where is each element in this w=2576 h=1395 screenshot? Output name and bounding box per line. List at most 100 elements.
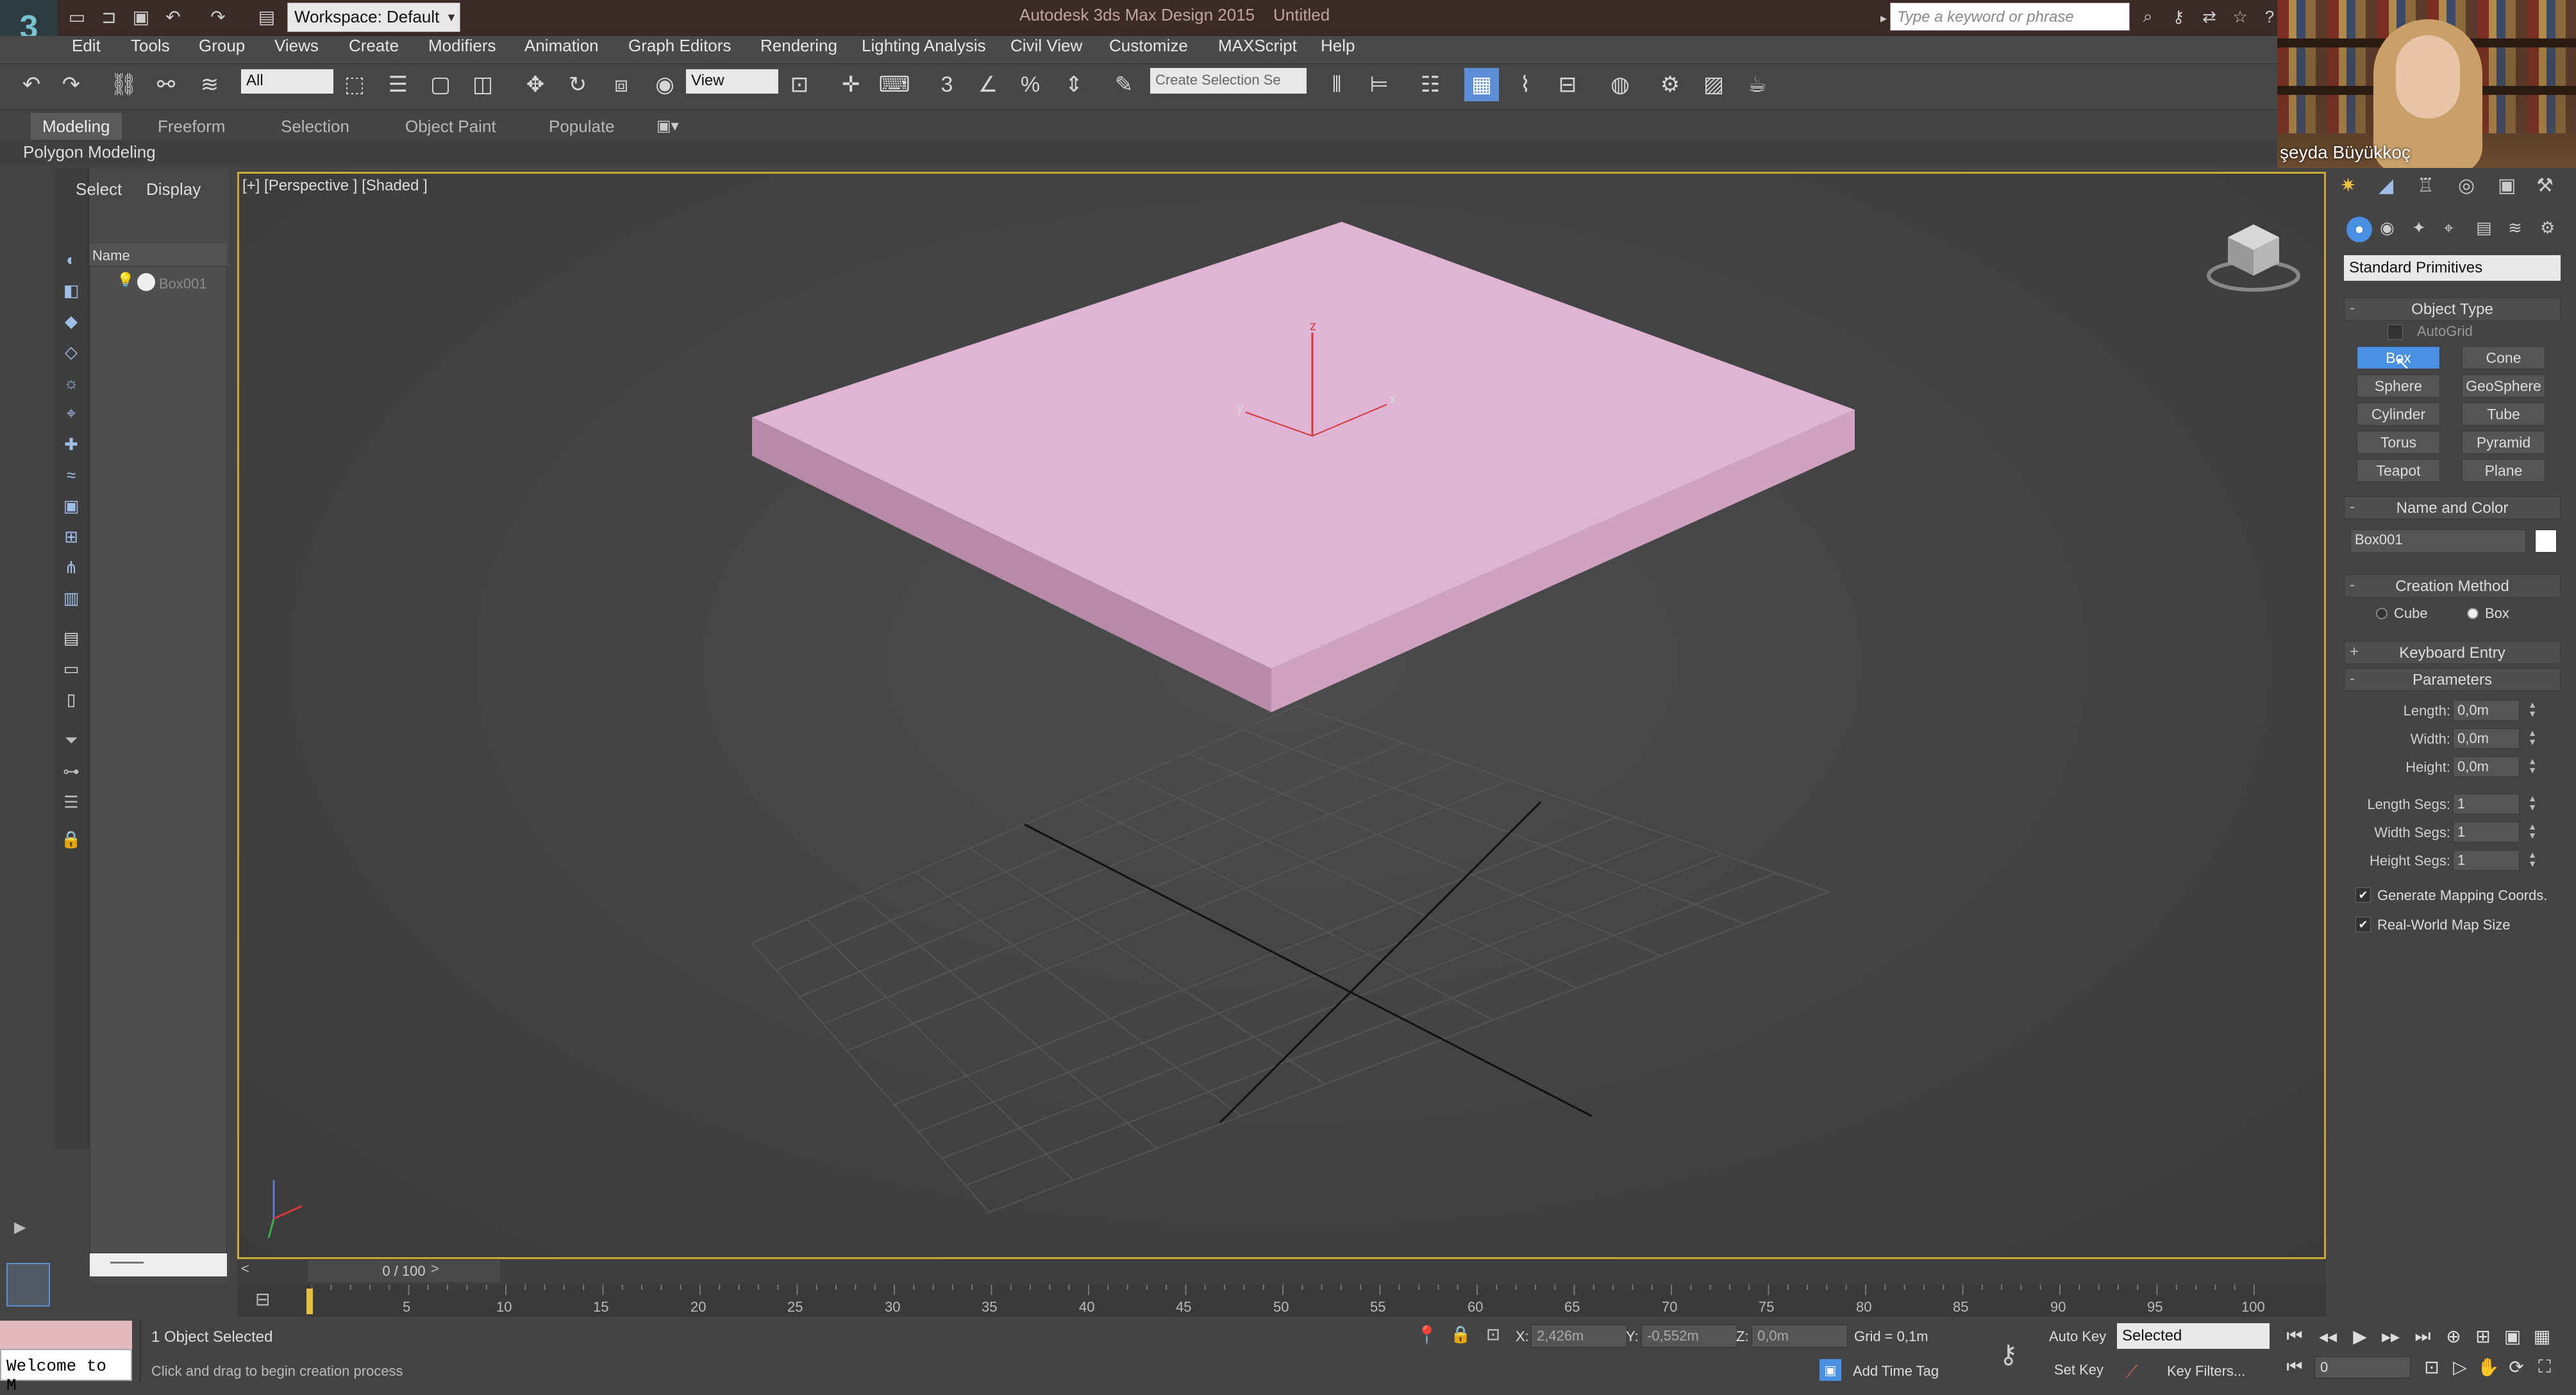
tab-display[interactable]: Display — [146, 180, 201, 199]
shapes-category-icon[interactable]: ◉ — [2380, 218, 2395, 238]
go-to-start-icon[interactable]: ⏮ — [2281, 1323, 2308, 1349]
pyramid-button[interactable]: Pyramid — [2462, 431, 2545, 454]
cylinder-button[interactable]: Cylinder — [2357, 403, 2440, 426]
key-filters-button[interactable]: Key Filters... — [2167, 1363, 2245, 1380]
display-spacewarps-icon[interactable]: ≈ — [59, 463, 83, 487]
go-to-end-icon[interactable]: ⏭ — [2409, 1323, 2436, 1349]
menu-lighting-analysis[interactable]: Lighting Analysis — [862, 36, 986, 56]
manipulate-icon[interactable]: ✛ — [833, 68, 868, 101]
render-setup-icon[interactable]: ⚙ — [1653, 68, 1687, 101]
width-spinner[interactable]: ▲ ▼ — [2526, 728, 2539, 749]
zoom-extents-icon[interactable]: ▣ — [2499, 1323, 2526, 1349]
open-file-icon[interactable]: ⊐ — [96, 4, 122, 29]
window-crossing-icon[interactable]: ◫ — [465, 68, 500, 101]
display-xrefs-icon[interactable]: ⊞ — [59, 524, 83, 549]
workspace-dropdown[interactable]: Workspace: Default — [287, 3, 460, 32]
cone-button[interactable]: Cone — [2462, 346, 2545, 369]
real-world-map-checkbox[interactable]: ✔ — [2355, 917, 2371, 932]
auto-key-button[interactable]: Auto Key — [2049, 1328, 2106, 1345]
keyboard-shortcut-icon[interactable]: ⌨ — [877, 68, 912, 101]
rollout-creation-method[interactable]: - Creation Method — [2344, 574, 2561, 597]
menu-rendering[interactable]: Rendering — [760, 36, 837, 56]
display-bones-icon[interactable]: ⋔ — [59, 555, 83, 580]
display-shapes-icon[interactable]: ◇ — [59, 340, 83, 364]
add-time-tag[interactable]: Add Time Tag — [1853, 1363, 1939, 1380]
tube-button[interactable]: Tube — [2462, 403, 2545, 426]
isolate-selection-icon[interactable]: 📍 — [1416, 1324, 1438, 1346]
length-segs-field[interactable]: 1 — [2453, 794, 2520, 814]
menu-animation[interactable]: Animation — [524, 36, 599, 56]
key-icon[interactable]: ⚷ — [2166, 4, 2191, 29]
maxscript-listener-mini[interactable] — [0, 1321, 132, 1349]
field-of-view-icon[interactable]: ▷ — [2446, 1354, 2473, 1380]
create-tab-icon[interactable]: ✷ — [2340, 174, 2356, 197]
menu-create[interactable]: Create — [349, 36, 399, 56]
star-icon[interactable]: ☆ — [2227, 4, 2253, 29]
mini-curve-editor-icon[interactable]: ⊟ — [255, 1289, 270, 1310]
z-coord-field[interactable]: 0,0m — [1752, 1324, 1848, 1348]
height-field[interactable]: 0,0m — [2453, 756, 2520, 777]
tab-select[interactable]: Select — [76, 180, 122, 199]
selection-filter-dropdown[interactable]: All — [241, 69, 333, 94]
systems-category-icon[interactable]: ⚙ — [2540, 218, 2555, 238]
reference-coordinate-dropdown[interactable]: View — [686, 69, 778, 94]
height-segs-field[interactable]: 1 — [2453, 850, 2520, 871]
select-all-icon[interactable]: ▤ — [59, 626, 83, 650]
list-item[interactable]: Box001 — [159, 276, 207, 292]
width-segs-spinner[interactable]: ▲ ▼ — [2526, 822, 2539, 842]
hierarchy-tab-icon[interactable]: ♖ — [2417, 174, 2434, 197]
lock-icon[interactable]: 🔒 — [59, 827, 83, 851]
material-editor-icon[interactable]: ◍ — [1603, 68, 1637, 101]
menu-civil-view[interactable]: Civil View — [1010, 36, 1082, 56]
set-key-button[interactable]: Set Key — [2054, 1362, 2103, 1378]
x-coord-field[interactable]: 2,426m — [1531, 1324, 1627, 1348]
search-input[interactable]: Type a keyword or phrase — [1890, 3, 2130, 31]
length-spinner[interactable]: ▲ ▼ — [2526, 700, 2539, 721]
height-segs-spinner[interactable]: ▲ ▼ — [2526, 850, 2539, 871]
autogrid-checkbox[interactable] — [2388, 324, 2403, 340]
align-icon[interactable]: ⊨ — [1362, 68, 1396, 101]
rollout-parameters[interactable]: - Parameters — [2344, 668, 2561, 691]
time-slider-prev-icon[interactable]: < — [241, 1260, 249, 1277]
primitive-category-dropdown[interactable]: Standard Primitives — [2344, 255, 2561, 281]
geosphere-button[interactable]: GeoSphere — [2462, 374, 2545, 397]
geometry-category-icon[interactable]: ● — [2346, 217, 2372, 242]
save-file-icon[interactable]: ▣ — [128, 4, 154, 29]
lights-category-icon[interactable]: ✦ — [2412, 218, 2426, 238]
rollout-object-type[interactable]: - Object Type — [2344, 297, 2561, 321]
viewport-scene[interactable]: z y x — [239, 174, 2324, 1257]
snaps-toggle-icon[interactable]: 3 — [930, 68, 964, 101]
exchange-icon[interactable]: ⇄ — [2196, 4, 2222, 29]
rectangular-selection-icon[interactable]: ▢ — [423, 68, 458, 101]
zoom-icon[interactable]: ⊕ — [2440, 1323, 2467, 1349]
menu-maxscript[interactable]: MAXScript — [1218, 36, 1297, 56]
edit-named-selection-icon[interactable]: ✎ — [1107, 68, 1141, 101]
redo-quick-icon[interactable]: ↷ — [205, 4, 231, 29]
select-object-icon[interactable]: ⬚ — [337, 68, 372, 101]
ribbon-options-icon[interactable]: ▣▾ — [657, 117, 679, 135]
ribbon-panel-label[interactable]: Polygon Modeling — [23, 142, 156, 162]
pivot-center-icon[interactable]: ⊡ — [782, 68, 817, 101]
spinner-snap-icon[interactable]: ⇕ — [1057, 68, 1091, 101]
hierarchy-icon[interactable]: ⊶ — [59, 759, 83, 783]
rollout-keyboard-entry[interactable]: + Keyboard Entry — [2344, 641, 2561, 664]
cube-radio[interactable] — [2376, 608, 2388, 619]
display-lights-icon[interactable]: ☼ — [59, 371, 83, 395]
menu-tools[interactable]: Tools — [131, 36, 170, 56]
next-frame-icon[interactable]: ▸▸ — [2377, 1323, 2404, 1349]
current-frame-marker[interactable] — [306, 1289, 313, 1314]
display-geometry-icon[interactable]: ◆ — [59, 309, 83, 333]
viewcube-icon[interactable] — [2205, 212, 2302, 295]
curve-editor-icon[interactable]: ⌇ — [1508, 68, 1543, 101]
helpers-category-icon[interactable]: ▤ — [2476, 218, 2492, 238]
unlink-icon[interactable]: ⚯ — [149, 68, 183, 101]
undo-icon[interactable]: ↶ — [14, 68, 49, 101]
bind-spacewarp-icon[interactable]: ≋ — [192, 68, 227, 101]
time-slider[interactable] — [237, 1259, 2326, 1285]
chevron-down-icon[interactable]: ▼ — [442, 3, 460, 32]
time-slider-thumb[interactable]: 0 / 100 — [308, 1260, 500, 1282]
new-file-icon[interactable]: ▭ — [64, 4, 90, 29]
utilities-tab-icon[interactable]: ⚒ — [2536, 174, 2554, 197]
binoculars-icon[interactable]: ⌕ — [2135, 4, 2161, 29]
percent-snap-icon[interactable]: % — [1013, 68, 1048, 101]
